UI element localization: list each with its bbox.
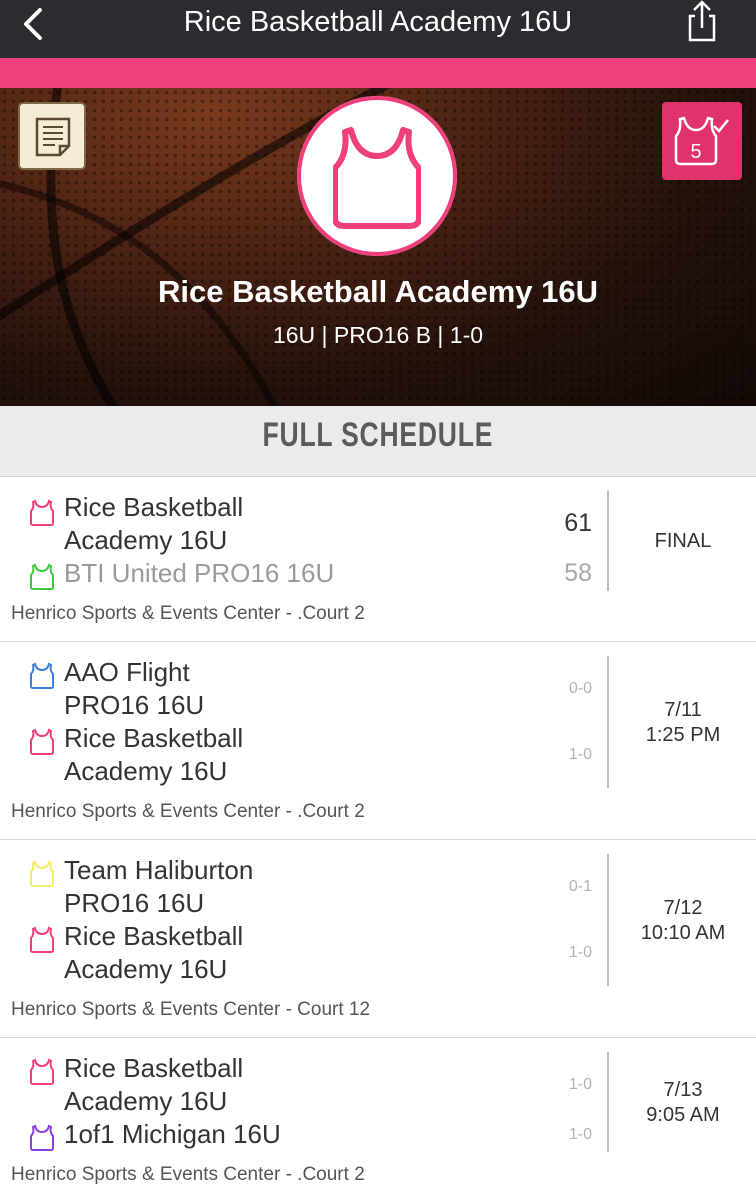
- record-away: 1-0: [568, 746, 592, 763]
- team-name-away-line2: Academy 16U: [64, 954, 228, 984]
- team-name-away: Rice Basketball: [64, 921, 244, 951]
- record-home: 0-0: [568, 680, 592, 697]
- team-logo: [297, 96, 457, 256]
- team-name-away-line2: Academy 16U: [64, 756, 228, 786]
- section-header: FULL SCHEDULE: [0, 406, 756, 477]
- team-name-home: Team Haliburton: [64, 855, 254, 885]
- team-name-home-line2: Academy 16U: [64, 1086, 228, 1116]
- game-time: 10:10 AM: [640, 922, 726, 944]
- jersey-icon: [30, 926, 54, 953]
- record-home: 0-1: [568, 878, 592, 895]
- team-name-home-line2: Academy 16U: [64, 525, 228, 555]
- divider: [607, 491, 609, 591]
- roster-button[interactable]: 5: [662, 102, 742, 180]
- game-date: 7/12: [663, 897, 703, 919]
- record-home: 1-0: [568, 1076, 592, 1093]
- jersey-icon: [30, 499, 54, 526]
- jersey-icon: [30, 728, 54, 755]
- score-away: 58: [564, 559, 592, 587]
- jersey-icon: [30, 860, 54, 887]
- venue: Henrico Sports & Events Center - .Court …: [11, 1164, 365, 1185]
- team-name-home: Rice Basketball: [64, 1053, 244, 1083]
- nav-bar: Rice Basketball Academy 16U: [0, 0, 756, 58]
- team-name-home-line2: PRO16 16U: [64, 690, 205, 720]
- jersey-icon: [30, 1058, 54, 1085]
- notes-icon: [35, 117, 71, 157]
- divider: [607, 1052, 609, 1152]
- jersey-icon: [30, 662, 54, 689]
- nav-title: Rice Basketball Academy 16U: [183, 6, 573, 38]
- venue: Henrico Sports & Events Center - .Court …: [11, 801, 365, 822]
- team-name-home: Rice Basketball: [64, 492, 244, 522]
- team-name-away: 1of1 Michigan 16U: [64, 1119, 281, 1149]
- game-row[interactable]: AAO Flight PRO16 16U Rice Basketball Aca…: [0, 642, 756, 840]
- record-away: 1-0: [568, 1126, 592, 1143]
- divider: [607, 656, 609, 788]
- team-meta: 16U | PRO16 B | 1-0: [272, 322, 484, 348]
- team-name-away: Rice Basketball: [64, 723, 244, 753]
- notes-button[interactable]: [18, 102, 86, 170]
- record-away: 1-0: [568, 944, 592, 961]
- team-name-home-line2: PRO16 16U: [64, 888, 205, 918]
- team-name-away: BTI United PRO16 16U: [64, 558, 335, 588]
- game-time: 9:05 AM: [646, 1104, 720, 1126]
- jersey-icon: [30, 1124, 54, 1151]
- game-date: 7/13: [663, 1079, 703, 1101]
- team-header: 5 Rice Basketball Academy 16U 16U | PRO1…: [0, 88, 756, 406]
- jersey-check-icon: 5: [674, 116, 729, 166]
- team-name: Rice Basketball Academy 16U: [158, 274, 598, 309]
- venue: Henrico Sports & Events Center - .Court …: [11, 603, 365, 624]
- divider: [607, 854, 609, 986]
- game-row[interactable]: Team Haliburton PRO16 16U Rice Basketbal…: [0, 840, 756, 1038]
- roster-count: 5: [690, 141, 701, 163]
- share-icon: [688, 0, 716, 42]
- game-date: 7/11: [664, 699, 702, 721]
- section-title: FULL SCHEDULE: [262, 416, 494, 454]
- game-time: 1:25 PM: [645, 724, 721, 746]
- accent-bar: [0, 58, 756, 88]
- share-button[interactable]: [682, 0, 722, 44]
- score-home: 61: [564, 509, 592, 537]
- game-status: FINAL: [654, 530, 712, 552]
- jersey-icon: [333, 127, 421, 229]
- game-row[interactable]: Rice Basketball Academy 16U BTI United P…: [0, 477, 756, 642]
- jersey-icon: [30, 563, 54, 590]
- team-name-home: AAO Flight: [64, 657, 190, 687]
- game-row[interactable]: Rice Basketball Academy 16U 1of1 Michiga…: [0, 1038, 756, 1200]
- venue: Henrico Sports & Events Center - Court 1…: [11, 999, 371, 1020]
